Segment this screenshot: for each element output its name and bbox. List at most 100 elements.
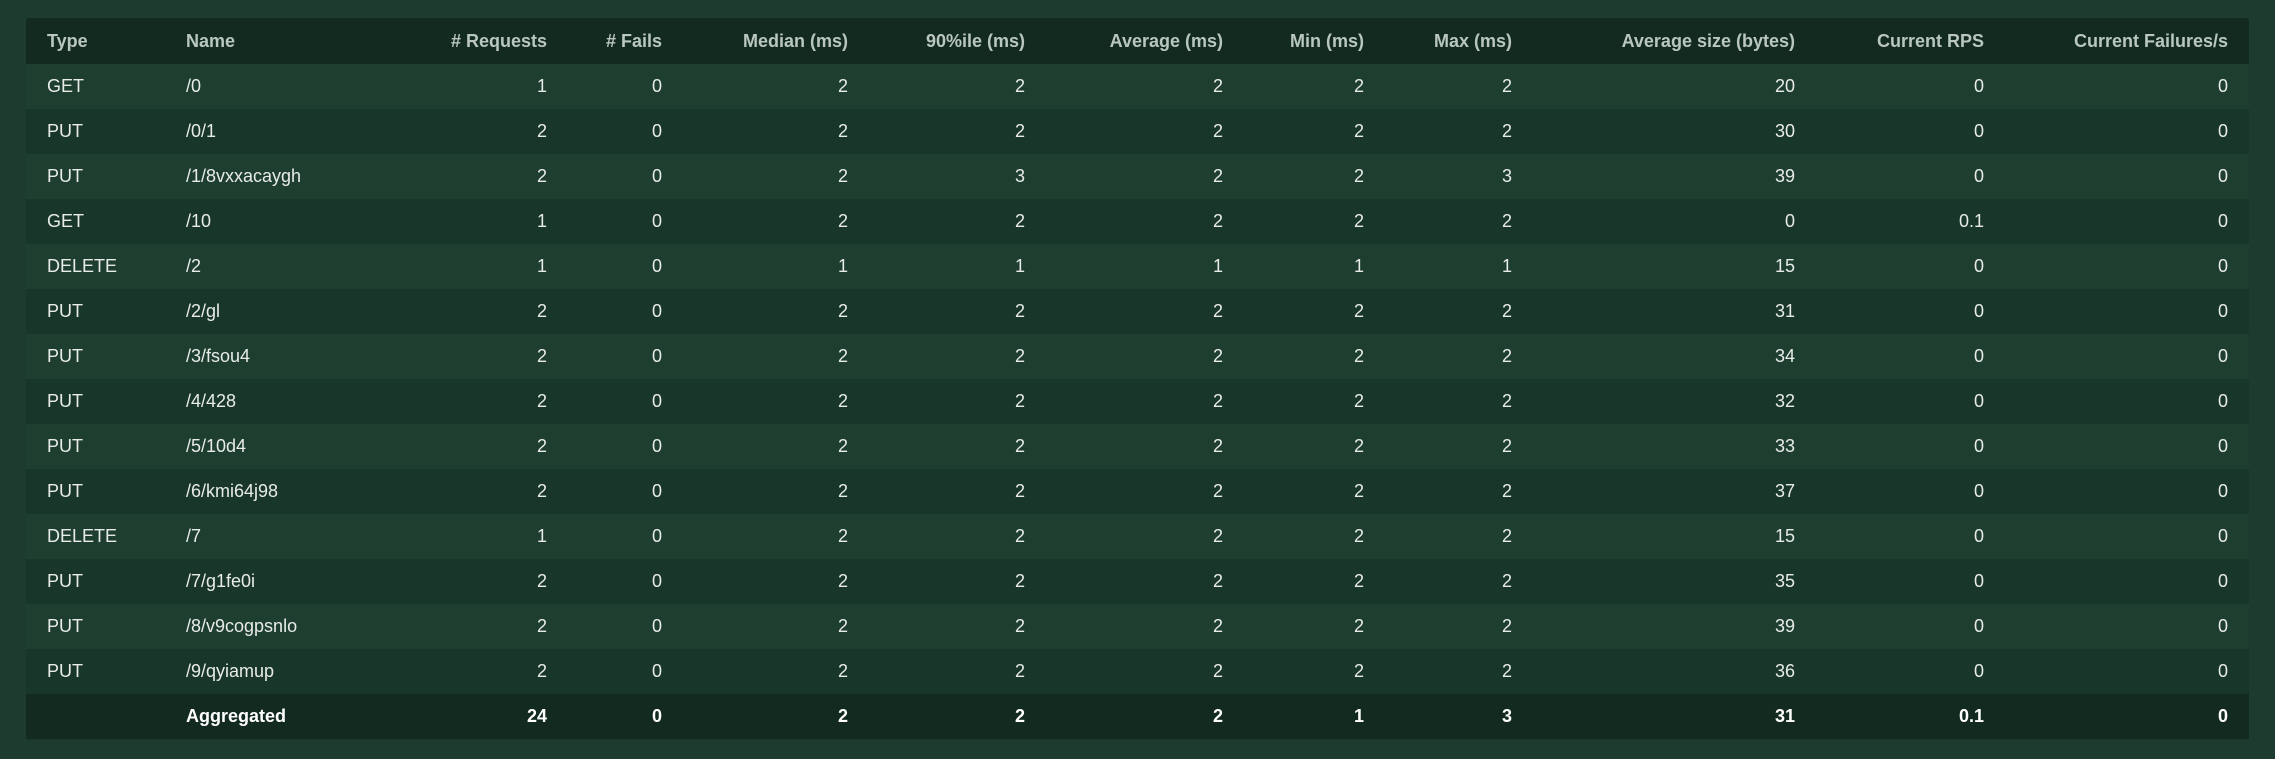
- cell-requests: 2: [536, 391, 547, 411]
- cell-median: 2: [837, 391, 848, 411]
- cell-p90: 2: [1014, 571, 1025, 591]
- cell-p90: 2: [1014, 301, 1025, 321]
- table-row: GET/0 1 0 2 2 2 2 2 20 0 0: [26, 64, 2249, 109]
- cell-median: 2: [837, 211, 848, 231]
- table-row: DELETE/2 1 0 1 1 1 1 1 15 0 0: [26, 244, 2249, 289]
- cell-type: DELETE: [47, 256, 118, 276]
- cell-median: 2: [837, 346, 848, 366]
- cell-requests: 2: [536, 301, 547, 321]
- cell-p90: 3: [1014, 166, 1025, 186]
- column-header-p90[interactable]: 90%ile (ms): [869, 18, 1046, 64]
- cell-fails: 0: [651, 76, 662, 96]
- cell-name: /7/g1fe0i: [186, 571, 256, 591]
- table-row: PUT/3/fsou4 2 0 2 2 2 2 2 34 0 0: [26, 334, 2249, 379]
- cell-name: /0/1: [186, 121, 217, 141]
- cell-current-rps: 0: [1973, 526, 1984, 546]
- cell-min: 2: [1353, 391, 1364, 411]
- cell-avg-size: 35: [1774, 571, 1795, 591]
- cell-p90: 2: [1014, 121, 1025, 141]
- column-header-min[interactable]: Min (ms): [1244, 18, 1385, 64]
- cell-type: GET: [47, 76, 85, 96]
- cell-min: 2: [1353, 616, 1364, 636]
- cell-type: PUT: [47, 571, 83, 591]
- table-row: PUT/8/v9cogpsnlo 2 0 2 2 2 2 2 39 0 0: [26, 604, 2249, 649]
- cell-current-failures: 0: [2217, 76, 2228, 96]
- cell-p90: 2: [1014, 346, 1025, 366]
- cell-avg-size: 33: [1774, 436, 1795, 456]
- cell-median: 1: [837, 256, 848, 276]
- table-body: GET/0 1 0 2 2 2 2 2 20 0 0 PUT/0/1 2 0 2 2 2 2 2 30 0 0 PUT/1/…: [26, 64, 2249, 694]
- cell-average: 2: [1212, 571, 1223, 591]
- cell-current-failures: 0: [2217, 616, 2228, 636]
- cell-name: /1/8vxxacaygh: [186, 166, 302, 186]
- cell-average: 2: [1212, 616, 1223, 636]
- stats-table: Type Name # Requests # Fails Median (ms) 90%i…: [26, 18, 2249, 739]
- cell-avg-size: 20: [1774, 76, 1795, 96]
- cell-name: /9/qyiamup: [186, 661, 275, 681]
- column-header-name[interactable]: Name: [165, 18, 361, 64]
- cell-fails: 0: [651, 616, 662, 636]
- column-header-type[interactable]: Type: [26, 18, 165, 64]
- cell-type: PUT: [47, 661, 83, 681]
- table-row: PUT/5/10d4 2 0 2 2 2 2 2 33 0 0: [26, 424, 2249, 469]
- cell-current-failures: 0: [2217, 526, 2228, 546]
- table-row: PUT/9/qyiamup 2 0 2 2 2 2 2 36 0 0: [26, 649, 2249, 694]
- cell-max: 2: [1501, 346, 1512, 366]
- cell-fails: 0: [651, 166, 662, 186]
- cell-requests: 1: [536, 211, 547, 231]
- cell-type: GET: [47, 211, 85, 231]
- table-row: PUT/0/1 2 0 2 2 2 2 2 30 0 0: [26, 109, 2249, 154]
- column-header-current-failures[interactable]: Current Failures/s: [2005, 18, 2249, 64]
- cell-current-rps: 0: [1973, 76, 1984, 96]
- cell-avg-size: 31: [1774, 301, 1795, 321]
- cell-median: 2: [837, 526, 848, 546]
- cell-min: 2: [1353, 436, 1364, 456]
- cell-min: 2: [1353, 481, 1364, 501]
- cell-requests: 1: [536, 256, 547, 276]
- aggregate-cell-median: 2: [837, 706, 848, 726]
- column-header-requests[interactable]: # Requests: [361, 18, 568, 64]
- cell-max: 2: [1501, 526, 1512, 546]
- cell-median: 2: [837, 661, 848, 681]
- cell-median: 2: [837, 166, 848, 186]
- cell-average: 2: [1212, 211, 1223, 231]
- aggregate-cell-average: 2: [1212, 706, 1223, 726]
- cell-current-rps: 0: [1973, 301, 1984, 321]
- cell-name: /8/v9cogpsnlo: [186, 616, 298, 636]
- cell-max: 2: [1501, 571, 1512, 591]
- column-header-current-rps[interactable]: Current RPS: [1816, 18, 2005, 64]
- cell-current-rps: 0: [1973, 391, 1984, 411]
- cell-fails: 0: [651, 391, 662, 411]
- column-header-average[interactable]: Average (ms): [1046, 18, 1244, 64]
- cell-max: 2: [1501, 391, 1512, 411]
- column-header-fails[interactable]: # Fails: [568, 18, 683, 64]
- cell-current-rps: 0: [1973, 346, 1984, 366]
- column-header-avg-size[interactable]: Average size (bytes): [1533, 18, 1816, 64]
- cell-p90: 2: [1014, 661, 1025, 681]
- cell-name: /10: [186, 211, 212, 231]
- cell-p90: 2: [1014, 481, 1025, 501]
- cell-type: PUT: [47, 616, 83, 636]
- cell-current-rps: 0: [1973, 256, 1984, 276]
- table-row: PUT/1/8vxxacaygh 2 0 2 3 2 2 3 39 0 0: [26, 154, 2249, 199]
- aggregate-cell-avg-size: 31: [1774, 706, 1795, 726]
- cell-type: PUT: [47, 481, 83, 501]
- cell-type: PUT: [47, 166, 83, 186]
- cell-avg-size: 30: [1774, 121, 1795, 141]
- table-row: GET/10 1 0 2 2 2 2 2 0 0.1 0: [26, 199, 2249, 244]
- cell-current-failures: 0: [2217, 571, 2228, 591]
- cell-min: 2: [1353, 121, 1364, 141]
- cell-requests: 2: [536, 346, 547, 366]
- column-header-max[interactable]: Max (ms): [1385, 18, 1533, 64]
- cell-fails: 0: [651, 346, 662, 366]
- cell-type: PUT: [47, 301, 83, 321]
- column-header-median[interactable]: Median (ms): [683, 18, 869, 64]
- cell-current-failures: 0: [2217, 436, 2228, 456]
- cell-requests: 2: [536, 436, 547, 456]
- cell-median: 2: [837, 436, 848, 456]
- cell-requests: 2: [536, 121, 547, 141]
- cell-average: 2: [1212, 661, 1223, 681]
- cell-name: /0: [186, 76, 202, 96]
- cell-p90: 2: [1014, 76, 1025, 96]
- cell-current-failures: 0: [2217, 481, 2228, 501]
